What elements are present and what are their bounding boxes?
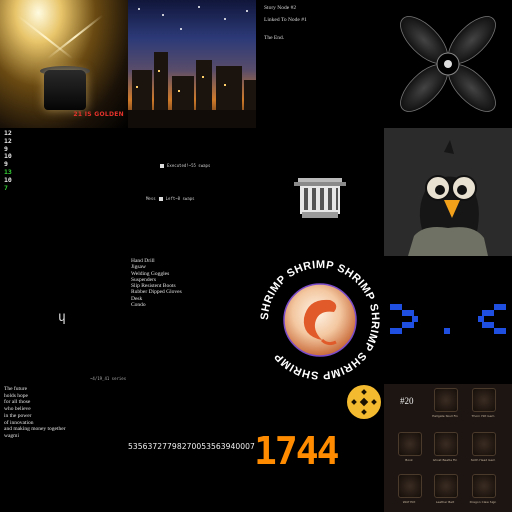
slot-label: Wolf Hilt (402, 500, 416, 504)
golden-title: 21 IS GOLDEN (73, 111, 124, 118)
tile-bird[interactable] (384, 128, 512, 256)
tile-golden[interactable]: 21 IS GOLDEN (0, 0, 128, 128)
building (154, 52, 168, 110)
slot-label: Ghost Beetle Fin (432, 458, 458, 462)
poem-line: wagmi (4, 432, 19, 439)
square-icon (158, 196, 163, 201)
light-beam (46, 14, 104, 60)
number-3: 10 (4, 152, 12, 161)
tile-shrimp[interactable]: SHRIMP SHRIMP SHRIMP SHRIMP SHRIMP SHRIM… (256, 256, 384, 384)
coin-icon (347, 385, 381, 419)
number-4: 9 (4, 160, 8, 169)
nft-gallery-grid: 21 IS GOLDEN Story Node #2 Linked To Nod… (0, 0, 512, 512)
tile-poem[interactable]: The future holds hope for all those who … (0, 384, 128, 512)
four-petal-star-icon (400, 16, 496, 112)
tile-series[interactable]: ~4/19_41 series ɥ (0, 256, 128, 384)
number-2: 9 (4, 144, 8, 153)
inventory-slot[interactable] (434, 388, 458, 412)
light-beam (16, 14, 74, 60)
slot-label: Sloth Head Gem (470, 458, 496, 462)
tile-story[interactable]: Story Node #2 Linked To Node #1 The End. (256, 0, 384, 128)
poem-line: The future (4, 386, 28, 392)
inventory-number: #20 (400, 396, 414, 406)
building (216, 66, 242, 110)
poem-line: in the power (4, 412, 32, 419)
exec-row-2-text: Left~8 swaps (165, 196, 195, 201)
poem-line: who believe (4, 406, 31, 413)
building (172, 76, 194, 110)
square-icon (160, 163, 164, 168)
crow-character-icon (384, 128, 512, 256)
ground (128, 110, 256, 128)
building (244, 80, 256, 110)
tile-city[interactable] (128, 0, 256, 128)
tile-face[interactable] (384, 256, 512, 384)
exec-row-1-text: Executed!~55 swaps (167, 163, 211, 168)
number-6: 10 (4, 175, 12, 184)
building (132, 70, 152, 110)
pixel-number-art: 1744 (256, 385, 381, 473)
face-glyphs (390, 304, 506, 334)
list-item: Condo (131, 302, 146, 309)
glyph-text: ɥ (58, 310, 66, 325)
slot-label: Leather Belt (435, 500, 455, 504)
tile-bucket[interactable] (256, 128, 384, 256)
inventory-slot[interactable] (472, 432, 496, 456)
tile-inventory[interactable]: #20 Hellgate Skull Fin Thorn Hilt Gem Bo… (384, 384, 512, 512)
number-0: 12 (4, 129, 12, 137)
tile-list[interactable]: Hand Drill Jigsaw Welding Goggles Suspen… (128, 256, 256, 384)
story-line-1: Story Node #2 (264, 5, 297, 11)
pedestal (44, 70, 86, 110)
slot-label: Book (405, 458, 413, 462)
tile-bignum[interactable]: 53563727798270053563940007 (128, 384, 256, 512)
inventory-slot[interactable] (398, 432, 422, 456)
poem-line: for all those (4, 399, 31, 406)
tile-exec[interactable]: Executed!~55 swaps Mess Left~8 swaps (128, 128, 256, 256)
exec-row-2-label: Mess (146, 196, 156, 201)
pixel-number: 1744 (256, 429, 339, 473)
inventory-slot[interactable] (434, 432, 458, 456)
poem-line: and making money together (4, 426, 66, 433)
number-5: 13 (4, 167, 12, 176)
bucket-icon (294, 178, 346, 218)
exec-row-1: Executed!~55 swaps (160, 163, 210, 168)
inventory-slot[interactable] (434, 474, 458, 498)
inventory-slot[interactable] (472, 388, 496, 412)
building (196, 60, 212, 110)
exec-row-2: Mess Left~8 swaps (146, 196, 195, 201)
story-line-2: Linked To Node #1 (264, 17, 307, 23)
poem-line: of innovation (4, 419, 34, 426)
slot-label: Thorn Hilt Gem (471, 414, 495, 418)
slot-label: Dragon Claw Sign (469, 500, 497, 504)
tile-numbers[interactable]: 12 12 9 10 9 13 10 7 (0, 128, 136, 260)
number-1: 12 (4, 136, 12, 145)
story-line-3: The End. (264, 35, 285, 41)
number-7: 7 (4, 183, 8, 192)
inventory-slot[interactable] (398, 474, 422, 498)
tile-pixnum[interactable]: 1744 (256, 384, 384, 512)
slot-label: Hellgate Skull Fin (432, 414, 458, 418)
series-label: ~4/19_41 series (90, 376, 127, 381)
shrimp-badge: SHRIMP SHRIMP SHRIMP SHRIMP SHRIMP SHRIM… (259, 259, 381, 381)
inventory-slot[interactable] (472, 474, 496, 498)
big-number: 53563727798270053563940007 (128, 442, 255, 451)
tile-flower[interactable] (384, 0, 512, 128)
pixel-face (390, 304, 506, 334)
